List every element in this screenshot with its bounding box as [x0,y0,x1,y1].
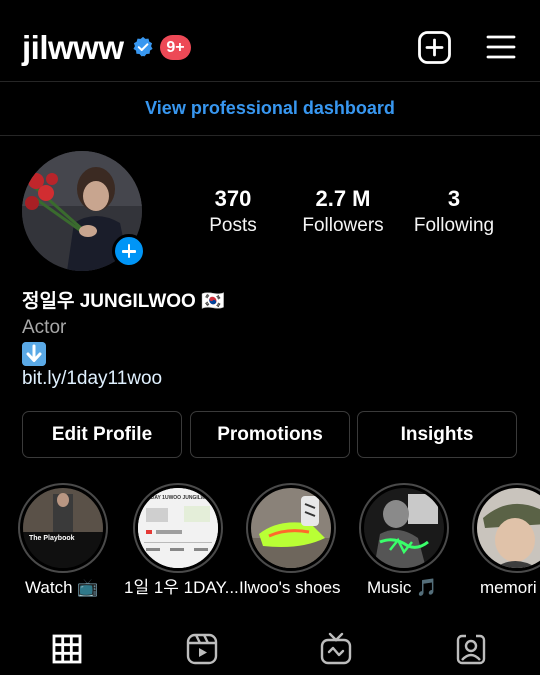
stat-following[interactable]: 3 Following [399,185,509,239]
igtv-icon[interactable] [319,632,353,666]
grid-icon[interactable] [50,632,84,666]
add-story-icon[interactable] [112,234,146,268]
tagged-icon[interactable] [454,632,488,666]
highlight-cover: 1DAY 1UWOO JUNGILWOO [138,488,218,568]
stat-followers[interactable]: 2.7 M Followers [288,185,398,239]
insights-button[interactable]: Insights [357,411,517,458]
posts-label: Posts [209,215,257,236]
username[interactable]: jilwww [22,26,124,70]
highlight-cover-text: 1DAY 1UWOO JUNGILWOO [148,495,208,501]
view-professional-dashboard-link[interactable]: View professional dashboard [145,98,395,119]
highlight-label-1day: 1일 1우 1DAY... [124,578,239,597]
highlight-cover [364,488,444,568]
stat-posts[interactable]: 370 Posts [178,185,288,239]
notification-badge[interactable]: 9+ [160,35,191,60]
following-count: 3 [447,186,461,211]
promotions-button[interactable]: Promotions [190,411,350,458]
highlight-label-shoes: Ilwoo's shoes [239,578,341,597]
profile-header: jilwww 9+ [0,0,540,82]
down-arrow-icon [22,342,46,366]
profile-website-link[interactable]: bit.ly/1day11woo [22,367,162,391]
posts-count: 370 [214,186,252,211]
followers-count: 2.7 M [315,186,371,211]
plus-square-icon[interactable] [418,31,451,64]
highlight-label-watch: Watch 📺 [25,578,99,597]
hamburger-menu-icon[interactable] [486,33,516,61]
verified-badge-icon [133,36,153,57]
highlight-cover [251,488,331,568]
following-label: Following [413,215,495,236]
profile-display-name: 정일우 JUNGILWOO 🇰🇷 [22,291,225,312]
highlight-label-memories: memori [480,578,537,597]
edit-profile-button[interactable]: Edit Profile [22,411,182,458]
reels-icon[interactable] [185,632,219,666]
highlight-cover-text: The Playbook [29,535,75,542]
followers-label: Followers [302,215,384,236]
profile-category: Actor [22,317,67,338]
highlight-cover: The Playbook [23,488,103,568]
highlight-label-music: Music 🎵 [367,578,438,597]
professional-dashboard-bar: View professional dashboard [0,82,540,136]
